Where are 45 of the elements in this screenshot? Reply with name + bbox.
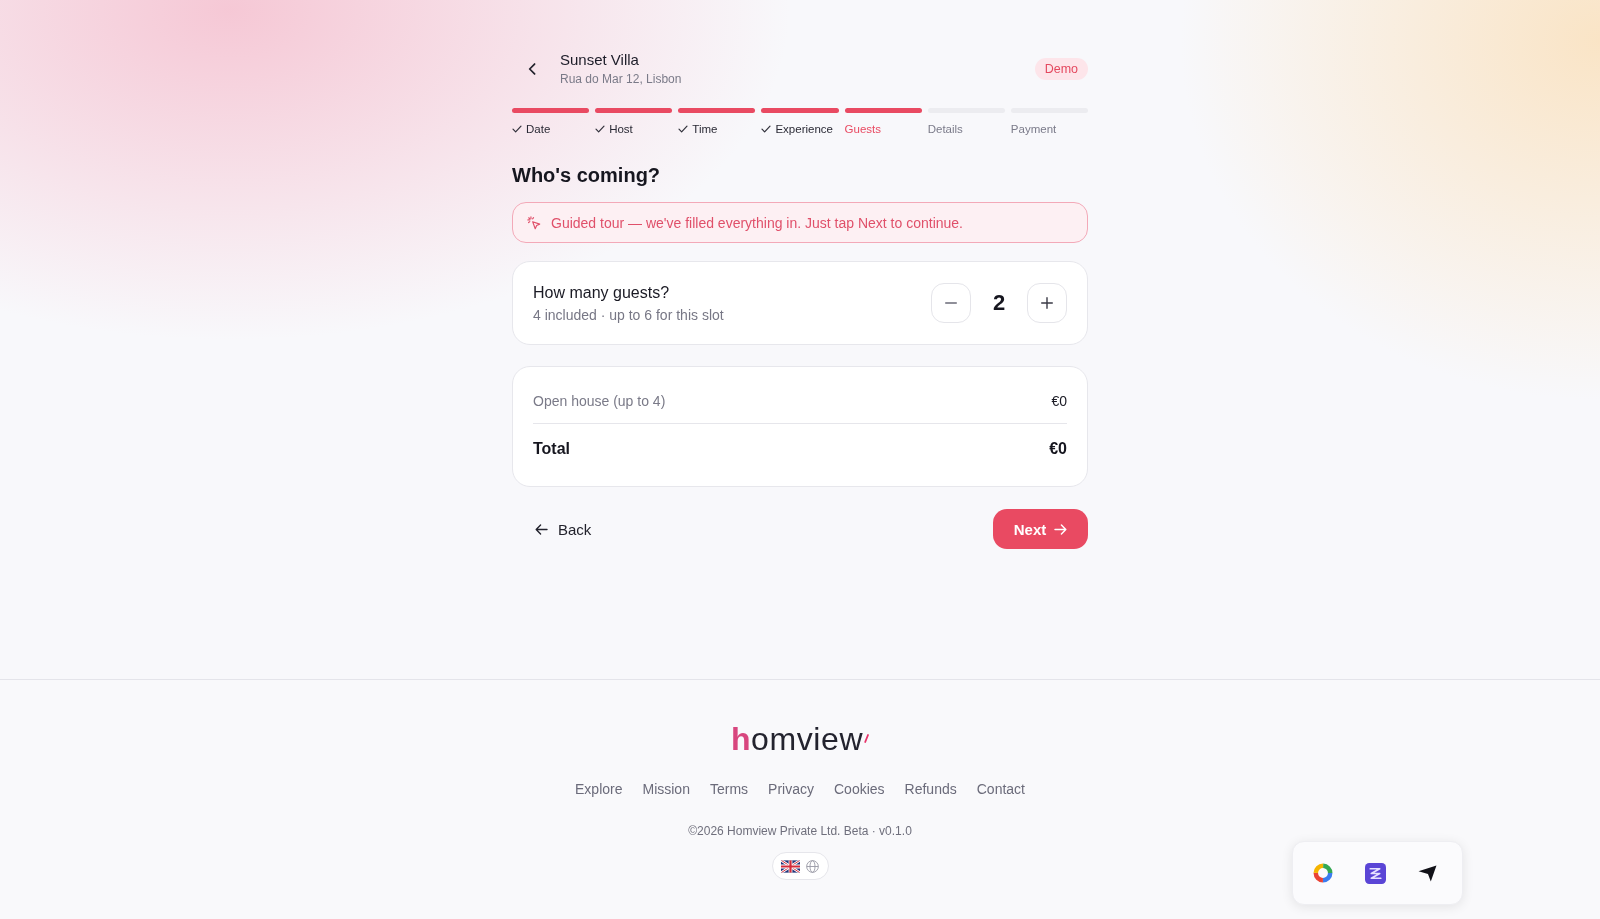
listing-address: Rua do Mar 12, Lisbon bbox=[560, 72, 682, 87]
arrow-left-icon bbox=[535, 523, 548, 535]
logo-wordmark[interactable]: homview bbox=[730, 722, 864, 756]
footer-link[interactable]: Refunds bbox=[904, 780, 957, 798]
notice-text: Guided tour — we've filled everything in. Just tap Next to continue. bbox=[551, 214, 963, 231]
footer-link[interactable]: Contact bbox=[976, 780, 1025, 798]
total-amount: €0 bbox=[1049, 440, 1067, 458]
zigzag-tile-icon[interactable] bbox=[1365, 862, 1386, 884]
footer-link[interactable]: Explore bbox=[575, 780, 623, 798]
footer-link[interactable]: Terms bbox=[709, 780, 749, 798]
increase-button[interactable] bbox=[1027, 283, 1067, 323]
guests-question: How many guests? bbox=[533, 282, 671, 303]
page-heading: Who's coming? bbox=[512, 163, 662, 188]
listing-title: Sunset Villa bbox=[560, 51, 640, 69]
plus-icon bbox=[1041, 297, 1053, 309]
footer-link[interactable]: Mission bbox=[642, 780, 690, 798]
copyright-text: ©2026 Homview Private Ltd. Beta · v0.1.0 bbox=[688, 823, 912, 839]
ring-icon[interactable] bbox=[1313, 863, 1333, 883]
guest-count: 2 bbox=[991, 290, 1007, 316]
globe-icon bbox=[806, 859, 819, 873]
chevron-left-icon bbox=[528, 63, 536, 75]
arrow-right-icon bbox=[1054, 523, 1068, 535]
guests-note: 4 included · up to 6 for this slot bbox=[533, 305, 724, 324]
demo-badge: Demo bbox=[1034, 58, 1088, 80]
step-label[interactable]: Host bbox=[609, 121, 633, 137]
cursor-click-icon bbox=[527, 215, 541, 230]
back-chevron-button[interactable] bbox=[528, 63, 536, 75]
back-button[interactable]: Back bbox=[533, 516, 594, 542]
step-label[interactable]: Date bbox=[526, 121, 551, 137]
uk-flag-icon bbox=[781, 859, 800, 873]
price-item-amount: €0 bbox=[1051, 393, 1067, 409]
footer-link[interactable]: Cookies bbox=[834, 780, 885, 798]
total-label: Total bbox=[533, 440, 571, 458]
next-button[interactable]: Next bbox=[993, 509, 1088, 549]
step-label[interactable]: Details bbox=[927, 121, 963, 137]
slash-mark-icon bbox=[864, 734, 870, 743]
price-item-label: Open house (up to 4) bbox=[533, 393, 666, 409]
navigation-arrow-icon[interactable] bbox=[1418, 864, 1437, 882]
minus-icon bbox=[945, 302, 957, 304]
step-label[interactable]: Time bbox=[692, 121, 718, 137]
step-label[interactable]: Guests bbox=[844, 121, 881, 137]
step-label[interactable]: Payment bbox=[1010, 121, 1057, 137]
step-label[interactable]: Experience bbox=[775, 121, 833, 137]
footer-link[interactable]: Privacy bbox=[768, 780, 814, 798]
language-button[interactable] bbox=[771, 852, 829, 880]
